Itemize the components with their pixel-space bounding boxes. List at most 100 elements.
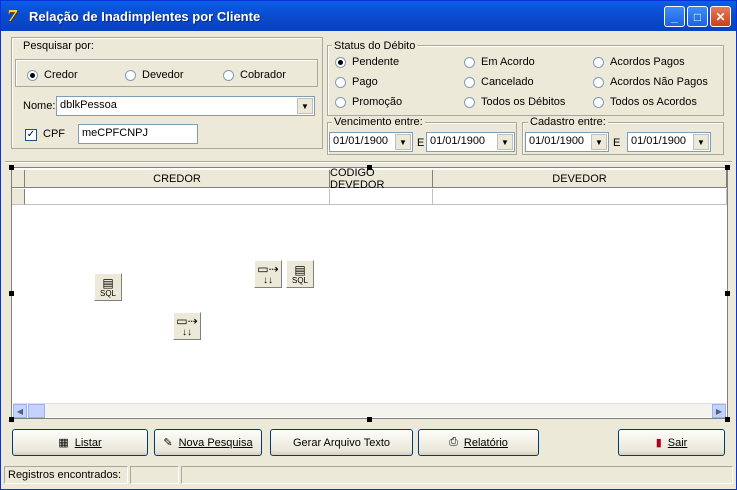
status-records: Registros encontrados: (4, 466, 128, 484)
selection-handle (725, 417, 730, 422)
radio-promocao-label: Promoção (352, 96, 403, 108)
column-header-credor[interactable]: CREDOR (25, 170, 330, 188)
close-button[interactable]: ✕ (710, 6, 731, 27)
radio-acordos-pagos-dot[interactable] (593, 56, 604, 68)
radio-promocao-dot[interactable] (335, 96, 346, 108)
broom-icon: ✎ (163, 437, 173, 449)
radio-acordos-pagos[interactable]: Acordos Pagos (593, 56, 685, 68)
relatorio-button[interactable]: ⎙ Relatório (418, 429, 539, 456)
data-transfer-arrows: ↓↓ (182, 326, 192, 338)
radio-em-acordo-dot[interactable] (464, 56, 475, 68)
table-cell-codigo[interactable] (330, 189, 433, 205)
horizontal-scrollbar[interactable]: ◀ ▶ (13, 403, 726, 418)
cadastro-to-value: 01/01/1900 (631, 135, 687, 147)
cadastro-to-date[interactable]: 01/01/1900 ▼ (627, 132, 711, 152)
app-icon: 7 (7, 7, 18, 25)
selection-handle (9, 417, 14, 422)
radio-devedor-label: Devedor (142, 69, 184, 81)
radio-pendente-dot[interactable] (335, 56, 346, 68)
main-window: 7 Relação de Inadimplentes por Cliente _… (0, 0, 737, 490)
divider (5, 161, 732, 163)
maximize-button[interactable]: □ (687, 6, 708, 27)
radio-acordos-nao-pagos-dot[interactable] (593, 76, 604, 88)
table-cell-credor[interactable] (25, 189, 330, 205)
radio-todos-debitos[interactable]: Todos os Débitos (464, 96, 565, 108)
data-transfer-arrows: ↓↓ (263, 274, 273, 286)
data-transfer-icon[interactable]: ▭⇢ ↓↓ (173, 312, 201, 340)
radio-devedor-dot[interactable] (125, 69, 136, 81)
radio-credor-dot[interactable] (27, 69, 38, 81)
data-transfer-glyph: ▭⇢ (257, 261, 279, 276)
window-title: Relação de Inadimplentes por Cliente (29, 8, 261, 24)
chevron-down-icon[interactable]: ▼ (591, 134, 607, 150)
radio-pendente[interactable]: Pendente (335, 56, 399, 68)
sql-query-icon[interactable]: ▤ SQL (286, 260, 314, 288)
radio-todos-acordos-dot[interactable] (593, 96, 604, 108)
column-header-devedor[interactable]: DEVEDOR (433, 170, 727, 188)
list-icon: ▦ (58, 437, 69, 449)
sair-button[interactable]: ▮ Sair (618, 429, 725, 456)
sql-query-icon[interactable]: ▤ SQL (94, 273, 122, 301)
cadastro-legend: Cadastro entre: (528, 116, 608, 128)
listar-label: Listar (74, 436, 102, 449)
printer-icon: ⎙ (449, 436, 458, 448)
sair-label: Sair (667, 436, 688, 449)
chevron-down-icon[interactable]: ▼ (395, 134, 411, 150)
radio-todos-debitos-dot[interactable] (464, 96, 475, 108)
vencimento-from-date[interactable]: 01/01/1900 ▼ (329, 132, 413, 152)
gerar-arquivo-button[interactable]: Gerar Arquivo Texto (270, 429, 413, 456)
scroll-right-icon[interactable]: ▶ (712, 404, 726, 418)
row-indicator[interactable] (12, 189, 25, 205)
radio-todos-acordos[interactable]: Todos os Acordos (593, 96, 697, 108)
radio-acordos-nao-pagos-label: Acordos Não Pagos (610, 76, 708, 88)
search-legend: Pesquisar por: (21, 40, 96, 52)
radio-cobrador[interactable]: Cobrador (223, 69, 286, 81)
cadastro-from-date[interactable]: 01/01/1900 ▼ (525, 132, 609, 152)
radio-promocao[interactable]: Promoção (335, 96, 402, 108)
sql-doc-glyph: ▤ (294, 262, 306, 277)
minimize-button[interactable]: _ (664, 6, 685, 27)
scroll-left-icon[interactable]: ◀ (13, 404, 27, 418)
cadastro-separator: E (613, 137, 621, 149)
data-transfer-icon[interactable]: ▭⇢ ↓↓ (254, 260, 282, 288)
scroll-thumb[interactable] (28, 404, 45, 418)
radio-em-acordo[interactable]: Em Acordo (464, 56, 535, 68)
listar-button[interactable]: ▦ Listar (12, 429, 148, 456)
radio-cobrador-dot[interactable] (223, 69, 234, 81)
name-lookup-value: dblkPessoa (60, 99, 117, 111)
cpf-checkbox[interactable]: ✓ (25, 129, 37, 141)
chevron-down-icon[interactable]: ▼ (497, 134, 513, 150)
radio-cancelado-dot[interactable] (464, 76, 475, 88)
title-bar[interactable]: 7 Relação de Inadimplentes por Cliente _… (1, 1, 736, 31)
vencimento-separator: E (417, 137, 425, 149)
radio-pago-label: Pago (352, 76, 378, 88)
sql-query-label: SQL (99, 288, 116, 298)
radio-devedor[interactable]: Devedor (125, 69, 184, 81)
selection-handle (725, 291, 730, 296)
cpf-field[interactable]: meCPFCNPJ (78, 124, 198, 144)
selection-handle (9, 291, 14, 296)
sql-query-label: SQL (291, 275, 308, 285)
radio-pago[interactable]: Pago (335, 76, 378, 88)
column-header-codigo-devedor[interactable]: CODIGO DEVEDOR (330, 167, 433, 191)
data-transfer-glyph: ▭⇢ (176, 313, 198, 328)
selection-handle (367, 165, 372, 170)
radio-cancelado[interactable]: Cancelado (464, 76, 534, 88)
radio-em-acordo-label: Em Acordo (481, 56, 535, 68)
vencimento-from-value: 01/01/1900 (333, 135, 389, 147)
gerar-arquivo-label: Gerar Arquivo Texto (292, 436, 390, 449)
chevron-down-icon[interactable]: ▼ (693, 134, 709, 150)
radio-pago-dot[interactable] (335, 76, 346, 88)
sql-doc-glyph: ▤ (102, 275, 114, 290)
selection-handle (725, 165, 730, 170)
radio-acordos-nao-pagos[interactable]: Acordos Não Pagos (593, 76, 708, 88)
nova-pesquisa-label: Nova Pesquisa (178, 436, 253, 449)
vencimento-to-value: 01/01/1900 (430, 135, 486, 147)
chevron-down-icon[interactable]: ▼ (297, 98, 313, 114)
name-lookup-field[interactable]: dblkPessoa ▼ (56, 96, 315, 116)
table-cell-devedor[interactable] (433, 189, 727, 205)
vencimento-to-date[interactable]: 01/01/1900 ▼ (426, 132, 515, 152)
nova-pesquisa-button[interactable]: ✎ Nova Pesquisa (154, 429, 262, 456)
relatorio-label: Relatório (463, 436, 508, 449)
radio-credor[interactable]: Credor (27, 69, 78, 81)
